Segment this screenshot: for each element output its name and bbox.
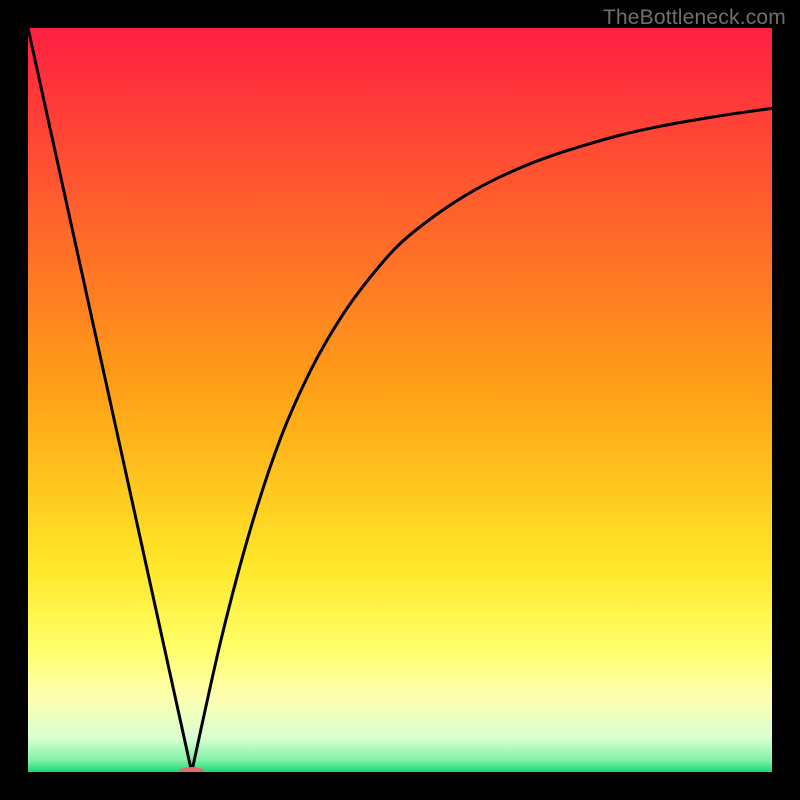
gradient-background	[28, 28, 772, 772]
plot-frame	[28, 28, 772, 772]
plot-svg	[28, 28, 772, 772]
watermark-text: TheBottleneck.com	[603, 6, 786, 30]
